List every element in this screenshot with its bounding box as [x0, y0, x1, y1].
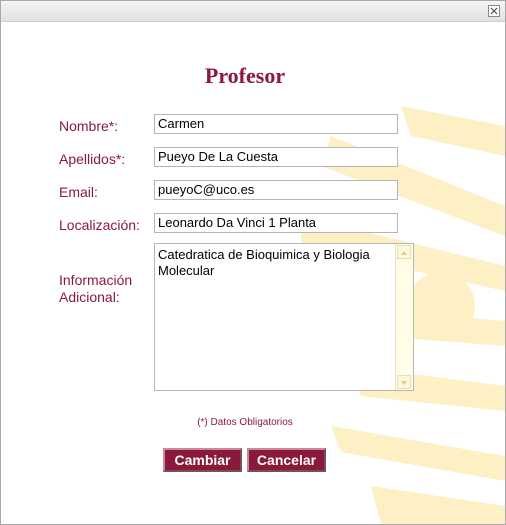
apellidos-label: Apellidos*:: [59, 151, 126, 167]
cambiar-button[interactable]: Cambiar: [163, 448, 242, 472]
textarea-scrollbar[interactable]: [395, 244, 413, 390]
cancelar-button[interactable]: Cancelar: [247, 448, 326, 472]
email-label: Email:: [59, 184, 98, 200]
informacion-adicional-value: Catedratica de Bioquimica y Biologia Mol…: [158, 247, 370, 278]
informacion-label-line1: Información: [59, 272, 133, 288]
required-fields-note: (*) Datos Obligatorios: [197, 417, 293, 428]
scroll-up-arrow-icon[interactable]: [397, 245, 411, 259]
profesor-dialog: Profesor Nombre*: Carmen Apellidos*: Pue…: [0, 0, 506, 525]
close-button[interactable]: [488, 5, 500, 17]
page-title: Profesor: [204, 63, 286, 88]
email-input[interactable]: pueyoC@uco.es: [154, 180, 398, 200]
informacion-adicional-label: Información Adicional:: [59, 272, 132, 306]
nombre-label: Nombre*:: [59, 118, 119, 134]
localizacion-label: Localización:: [59, 217, 140, 233]
apellidos-input[interactable]: Pueyo De La Cuesta: [154, 147, 398, 167]
close-x-icon: [490, 7, 498, 15]
scroll-down-arrow-icon[interactable]: [397, 375, 411, 389]
dialog-titlebar: [1, 1, 505, 22]
localizacion-input[interactable]: Leonardo Da Vinci 1 Planta: [154, 213, 398, 233]
informacion-label-line2: Adicional:: [59, 289, 120, 305]
nombre-input[interactable]: Carmen: [154, 114, 398, 134]
informacion-adicional-textarea[interactable]: Catedratica de Bioquimica y Biologia Mol…: [154, 243, 414, 391]
